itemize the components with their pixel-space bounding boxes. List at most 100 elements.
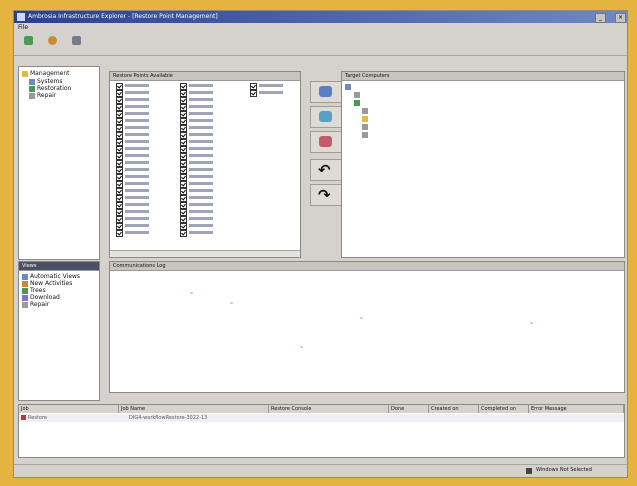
restore-point-label [189,210,213,213]
table-row[interactable]: Restore DIG4-workflowRestore-3022-13 [19,414,624,422]
restore-point-label [125,119,149,122]
toolbar-button-recycle[interactable] [18,36,38,53]
restore-point-checkbox[interactable] [116,202,123,209]
restore-point-checkbox[interactable] [116,223,123,230]
tree-item-restoration[interactable]: Restoration [29,85,71,92]
move-right-button[interactable] [310,81,342,103]
restore-point-checkbox[interactable] [180,111,187,118]
restore-point-checkbox[interactable] [180,132,187,139]
move-left-button[interactable] [310,106,342,128]
restore-point-checkbox[interactable] [116,167,123,174]
restore-point-checkbox[interactable] [180,83,187,90]
restore-point-checkbox[interactable] [180,181,187,188]
column-header[interactable]: Error Message [529,405,624,413]
restore-point-checkbox[interactable] [116,132,123,139]
target-tree-node[interactable] [362,131,370,138]
nav-tree-panel: Management Systems Restoration Repair [18,66,100,260]
restore-point-checkbox[interactable] [116,209,123,216]
restore-point-checkbox[interactable] [116,195,123,202]
restore-point-label [189,98,213,101]
horizontal-scrollbar[interactable] [110,250,300,257]
error-icon [21,415,26,420]
move-all-button[interactable] [310,131,342,153]
restore-point-checkbox[interactable] [180,188,187,195]
tree-item-repair[interactable]: Repair [29,92,56,99]
restore-point-checkbox[interactable] [116,146,123,153]
restore-point-label [189,105,213,108]
restore-point-checkbox[interactable] [180,209,187,216]
tree-item-management[interactable]: Management [22,70,70,77]
view-item[interactable]: New Activities [22,280,72,287]
minimize-button[interactable]: _ [595,13,606,23]
restore-point-label [189,133,213,136]
restore-point-checkbox[interactable] [116,97,123,104]
restore-point-checkbox[interactable] [116,188,123,195]
toolbar-button-person[interactable] [42,36,62,53]
undo-button[interactable]: ↶ [310,159,342,181]
jobs-header-row: Job Job Name Restore Console Done Created on… [19,405,624,413]
restore-point-checkbox[interactable] [116,139,123,146]
computer-icon [362,131,368,138]
view-item[interactable]: Repair [22,301,49,308]
restore-point-checkbox[interactable] [116,216,123,223]
view-label: Download [30,294,60,301]
restore-point-checkbox[interactable] [180,90,187,97]
restore-point-checkbox[interactable] [116,174,123,181]
menu-file[interactable]: File [18,24,28,31]
tree-item-systems[interactable]: Systems [29,78,63,85]
restore-point-checkbox[interactable] [116,104,123,111]
column-header[interactable]: Created on [429,405,479,413]
restore-point-checkbox[interactable] [116,230,123,237]
restore-point-checkbox[interactable] [180,230,187,237]
restore-point-checkbox[interactable] [116,90,123,97]
target-tree-node[interactable] [362,123,370,130]
restore-point-checkbox[interactable] [116,118,123,125]
target-tree-node[interactable] [354,91,362,98]
close-button[interactable]: × [615,13,626,23]
restore-point-checkbox[interactable] [180,223,187,230]
restore-point-checkbox[interactable] [180,174,187,181]
column-header[interactable]: Done [389,405,429,413]
view-item[interactable]: Automatic Views [22,273,80,280]
target-tree-node[interactable] [354,99,362,106]
target-tree-node[interactable] [362,107,370,114]
toolbar-button-wrench[interactable] [66,36,86,53]
restore-point-checkbox[interactable] [116,83,123,90]
column-header[interactable]: Job Name [119,405,269,413]
restore-point-checkbox[interactable] [180,139,187,146]
communications-log-panel: Communications Log [109,261,625,393]
view-item[interactable]: Trees [22,287,46,294]
title-bar: Ambrosia Infrastructure Explorer - [Rest… [14,11,627,23]
restore-point-checkbox[interactable] [180,146,187,153]
restore-point-checkbox[interactable] [180,195,187,202]
restore-point-checkbox[interactable] [116,153,123,160]
view-label: Repair [30,301,50,308]
log-artifact [300,346,303,348]
restore-point-label [189,196,213,199]
target-tree-node[interactable] [362,115,370,122]
restore-point-checkbox[interactable] [116,111,123,118]
column-header[interactable]: Completed on [479,405,529,413]
restore-point-checkbox[interactable] [180,216,187,223]
column-header[interactable]: Restore Console [269,405,389,413]
restore-point-checkbox[interactable] [250,90,257,97]
restore-point-checkbox[interactable] [250,83,257,90]
restore-point-checkbox[interactable] [116,181,123,188]
restore-point-checkbox[interactable] [180,202,187,209]
target-tree-root[interactable] [345,83,355,90]
restore-point-checkbox[interactable] [116,160,123,167]
restore-point-label [189,147,213,150]
restore-point-checkbox[interactable] [116,125,123,132]
view-item[interactable]: Download [22,294,60,301]
restore-point-checkbox[interactable] [180,97,187,104]
column-header[interactable]: Job [19,405,119,413]
restore-point-checkbox[interactable] [180,125,187,132]
restore-point-checkbox[interactable] [180,153,187,160]
restore-point-checkbox[interactable] [180,160,187,167]
redo-button[interactable]: ↷ [310,184,342,206]
tree-item-label: Restoration [37,85,72,92]
restore-point-checkbox[interactable] [180,104,187,111]
restore-point-checkbox[interactable] [180,118,187,125]
restore-icon [29,85,35,92]
restore-point-checkbox[interactable] [180,167,187,174]
